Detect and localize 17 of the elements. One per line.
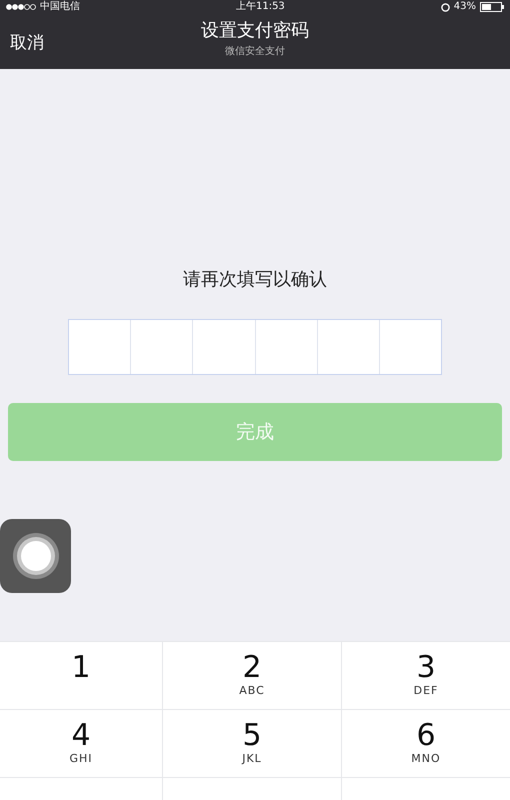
keypad-key[interactable]: 5 JKL xyxy=(163,710,342,778)
cancel-button[interactable]: 取消 xyxy=(10,31,44,54)
password-field[interactable] xyxy=(68,319,442,375)
battery-icon xyxy=(480,2,504,12)
nav-title: 设置支付密码 xyxy=(201,19,309,42)
keypad-key[interactable]: 1 xyxy=(0,642,163,710)
confirm-prompt: 请再次填写以确认 xyxy=(183,268,327,291)
battery-percent: 43% xyxy=(454,1,476,13)
status-time: 上午11:53 xyxy=(236,1,285,13)
assistive-touch-icon xyxy=(12,532,60,580)
keypad-key[interactable]: 2 ABC xyxy=(163,642,342,710)
carrier-name: 中国电信 xyxy=(40,1,80,13)
keypad-key[interactable]: 4 GHI xyxy=(0,710,163,778)
assistive-touch-button[interactable] xyxy=(0,519,71,593)
signal-icon xyxy=(6,4,36,10)
rotation-lock-icon xyxy=(440,2,450,12)
nav-subtitle: 微信安全支付 xyxy=(225,44,285,58)
